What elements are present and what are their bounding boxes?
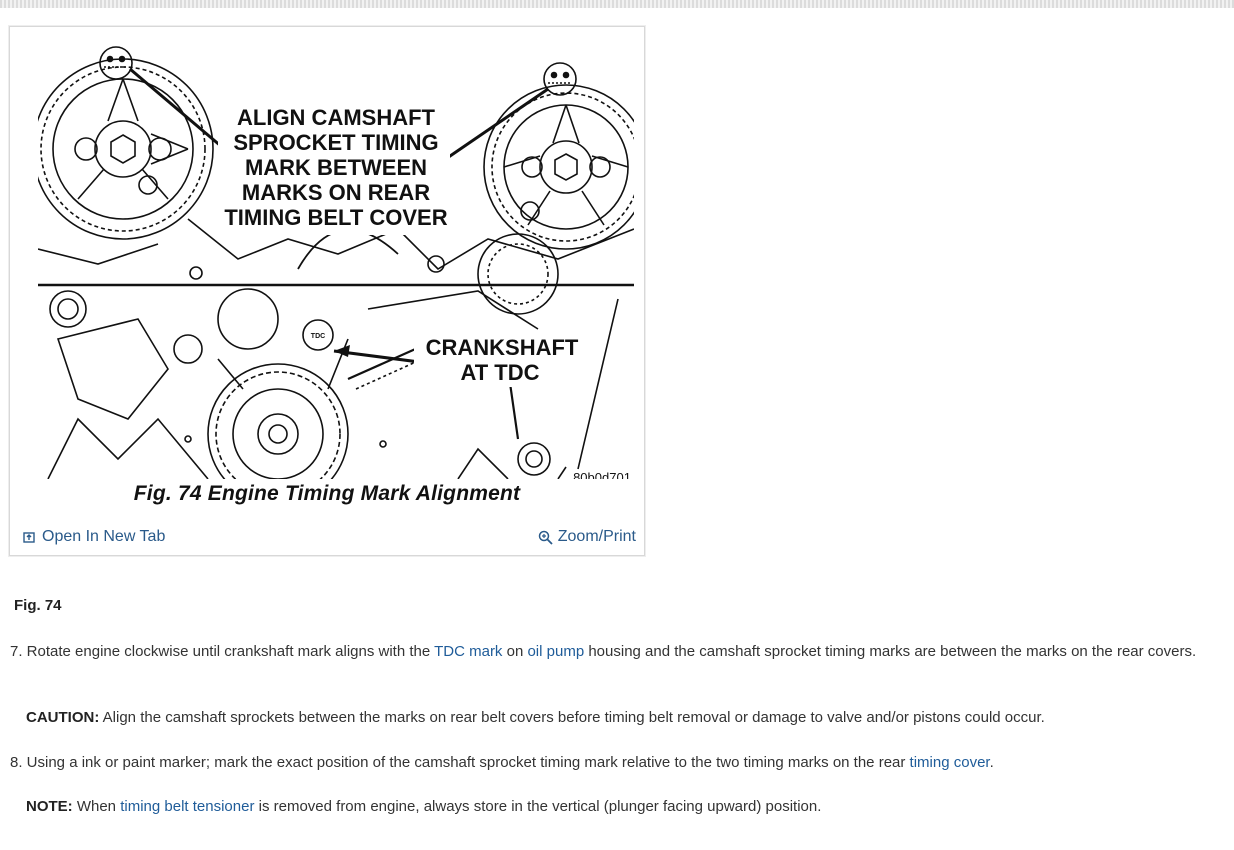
zoom-print-label: Zoom/Print <box>557 528 636 545</box>
open-new-tab-icon <box>22 530 37 545</box>
camshaft-callout-line-5: TIMING BELT COVER <box>224 205 447 230</box>
step-7-suffix: housing and the camshaft sprocket timing… <box>584 643 1197 660</box>
caution-label: CAUTION: <box>26 709 100 726</box>
timing-cover-link[interactable]: timing cover <box>910 754 990 771</box>
timing-belt-tensioner-link[interactable]: timing belt tensioner <box>120 798 254 815</box>
camshaft-callout-line-1: ALIGN CAMSHAFT <box>237 105 436 130</box>
camshaft-callout-line-3: MARK BETWEEN <box>245 155 427 180</box>
step-7-paragraph: 7. Rotate engine clockwise until cranksh… <box>10 641 1226 663</box>
camshaft-callout-line-2: SPROCKET TIMING <box>233 130 438 155</box>
caution-paragraph: CAUTION: Align the camshaft sprockets be… <box>26 707 1234 729</box>
step-8-suffix: . <box>989 754 994 771</box>
top-border <box>0 0 1234 8</box>
note-label: NOTE: <box>26 798 73 815</box>
magnifier-icon <box>538 530 553 545</box>
zoom-print-link[interactable]: Zoom/Print <box>538 528 636 546</box>
figure-label: Fig. 74 <box>14 597 62 614</box>
note-post: is removed from engine, always store in … <box>254 798 822 815</box>
step-7-prefix: 7. Rotate engine clockwise until cranksh… <box>10 643 435 660</box>
figure-caption: Fig. 74 Engine Timing Mark Alignment <box>133 482 521 505</box>
step-7-mid: on <box>502 643 528 660</box>
oil-pump-link[interactable]: oil pump <box>527 643 584 660</box>
engine-timing-illustration: ALIGN CAMSHAFT SPROCKET TIMING MARK BETW… <box>38 46 634 479</box>
step-8-paragraph: 8. Using a ink or paint marker; mark the… <box>10 752 1226 774</box>
caution-text: Align the camshaft sprockets between the… <box>99 709 1045 726</box>
tdc-mark-link[interactable]: TDC mark <box>434 643 502 660</box>
step-8-prefix: 8. Using a ink or paint marker; mark the… <box>10 754 910 771</box>
tdc-mark-label: TDC <box>311 333 325 340</box>
image-code: 80b0d701 <box>573 470 631 479</box>
note-pre: When <box>72 798 121 815</box>
open-in-new-tab-link[interactable]: Open In New Tab <box>22 528 165 546</box>
figure-card: ALIGN CAMSHAFT SPROCKET TIMING MARK BETW… <box>9 26 645 556</box>
crankshaft-callout-line-2: AT TDC <box>460 360 539 385</box>
crankshaft-callout-line-1: CRANKSHAFT <box>426 335 579 360</box>
note-paragraph: NOTE: When timing belt tensioner is remo… <box>26 796 1234 818</box>
engine-timing-diagram[interactable]: ALIGN CAMSHAFT SPROCKET TIMING MARK BETW… <box>38 39 634 489</box>
camshaft-callout-line-4: MARKS ON REAR <box>242 180 430 205</box>
open-in-new-tab-label: Open In New Tab <box>42 528 166 545</box>
